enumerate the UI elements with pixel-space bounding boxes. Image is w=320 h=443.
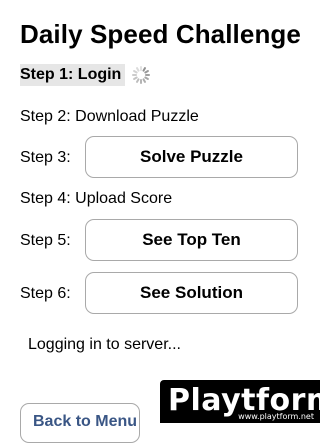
status-message: Logging in to server... — [28, 336, 181, 353]
step-4-label: Step 4: Upload Score — [20, 190, 173, 207]
step-2-label: Step 2: Download Puzzle — [20, 108, 199, 125]
step-6-label: Step 6: — [20, 285, 71, 302]
watermark-logo: Playtform www.playtform.net — [160, 380, 320, 423]
page-title: Daily Speed Challenge — [20, 19, 301, 49]
see-solution-button[interactable]: See Solution — [85, 272, 298, 314]
spinner-spoke — [145, 74, 151, 76]
back-to-menu-button[interactable]: Back to Menu — [20, 403, 140, 443]
step-1-label: Step 1: Login — [20, 64, 126, 86]
solve-puzzle-button[interactable]: Solve Puzzle — [85, 136, 298, 178]
spinner-spoke — [132, 74, 138, 76]
step-1-login: Step 1: Login — [20, 64, 151, 86]
see-top-ten-button[interactable]: See Top Ten — [85, 219, 298, 261]
step-3-label: Step 3: — [20, 149, 71, 166]
loading-spinner-icon — [131, 65, 151, 85]
step-5-label: Step 5: — [20, 232, 71, 249]
watermark-url: www.playtform.net — [238, 412, 314, 421]
